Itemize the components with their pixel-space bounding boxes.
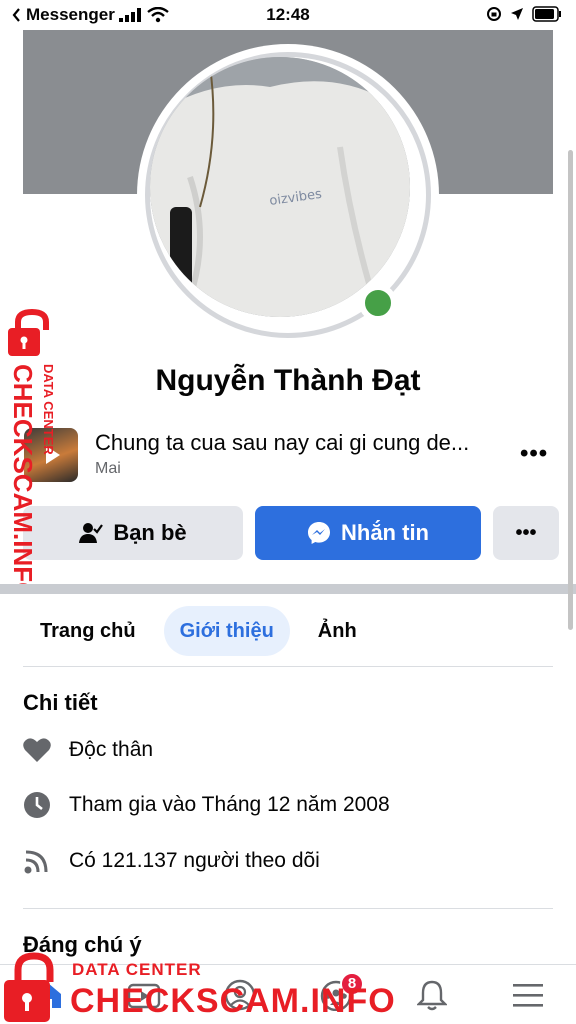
bottom-navigation: 8 xyxy=(0,964,576,1024)
more-actions-button[interactable]: ••• xyxy=(493,506,559,560)
details-divider xyxy=(23,908,553,909)
friends-label: Bạn bè xyxy=(113,520,187,545)
groups-badge: 8 xyxy=(340,971,364,996)
detail-relationship-text: Độc thân xyxy=(69,738,154,761)
detail-joined: Tham gia vào Tháng 12 năm 2008 xyxy=(23,791,390,819)
messenger-icon xyxy=(308,522,330,544)
music-more-button[interactable]: ••• xyxy=(520,440,548,468)
profile-icon xyxy=(224,979,256,1010)
notable-heading: Đáng chú ý xyxy=(23,932,142,957)
nav-menu[interactable] xyxy=(498,970,558,1020)
details-heading: Chi tiết xyxy=(23,690,98,715)
music-artist: Mai xyxy=(95,460,121,477)
nav-notifications[interactable] xyxy=(402,970,462,1020)
online-status-dot xyxy=(359,284,397,322)
music-title[interactable]: Chung ta cua sau nay cai gi cung de... xyxy=(95,430,469,456)
profile-tabs: Trang chủ Giới thiệu Ảnh xyxy=(24,606,373,656)
avatar-photo: oizvibes xyxy=(150,57,410,317)
message-button[interactable]: Nhắn tin xyxy=(255,506,481,560)
scrollbar-thumb[interactable] xyxy=(568,150,573,630)
section-divider xyxy=(0,584,576,594)
detail-followers[interactable]: Có 121.137 người theo dõi xyxy=(23,847,320,875)
tab-about[interactable]: Giới thiệu xyxy=(163,606,290,656)
menu-icon xyxy=(513,983,543,1007)
battery-icon xyxy=(532,6,561,22)
watermark-lock-icon xyxy=(8,308,49,356)
clock-icon xyxy=(23,791,51,819)
message-label: Nhắn tin xyxy=(341,520,429,545)
friend-check-icon xyxy=(79,523,104,543)
tab-home[interactable]: Trang chủ xyxy=(24,606,152,656)
tabs-divider xyxy=(23,666,553,667)
home-icon xyxy=(35,982,61,1008)
status-bar: Messenger 12:48 xyxy=(0,0,576,30)
bell-icon xyxy=(417,980,447,1010)
svg-text:CHECKSCAM.INFO: CHECKSCAM.INFO xyxy=(8,364,38,584)
rss-icon xyxy=(23,847,51,875)
svg-text:DATA CENTER: DATA CENTER xyxy=(41,364,56,455)
heart-icon xyxy=(23,736,51,764)
detail-relationship: Độc thân xyxy=(23,736,153,764)
nav-watch[interactable] xyxy=(114,970,174,1020)
tab-photos[interactable]: Ảnh xyxy=(302,606,373,656)
location-arrow-icon xyxy=(511,8,523,20)
watermark-side-text: CHECKSCAM.INFO DATA CENTER xyxy=(8,364,56,584)
watch-icon xyxy=(127,983,161,1008)
nav-profile[interactable] xyxy=(210,970,270,1020)
nav-home[interactable] xyxy=(18,970,78,1020)
detail-joined-text: Tham gia vào Tháng 12 năm 2008 xyxy=(69,793,390,816)
rotation-lock-icon xyxy=(487,7,501,21)
nav-groups[interactable]: 8 xyxy=(306,970,366,1020)
detail-followers-text: Có 121.137 người theo dõi xyxy=(69,849,320,872)
profile-name: Nguyễn Thành Đạt xyxy=(155,364,421,397)
profile-avatar[interactable]: oizvibes xyxy=(137,44,439,346)
